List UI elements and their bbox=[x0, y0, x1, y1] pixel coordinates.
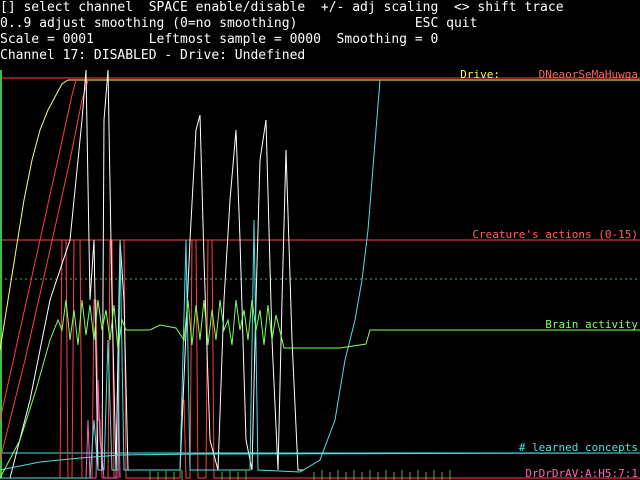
drive-overlap-label: DNeaorSeMaHuwga bbox=[538, 68, 638, 81]
drive-label: Drive: bbox=[460, 68, 500, 81]
brain-activity-label: Brain activity bbox=[545, 318, 638, 331]
bottom-overlap-label: DrDrDrAV:A:H5:7:1 bbox=[525, 467, 638, 480]
drive-trace-red-1 bbox=[0, 79, 77, 421]
creature-actions-label: Creature's actions (0-15) bbox=[472, 228, 638, 241]
learned-concepts-label: # learned concepts bbox=[518, 441, 638, 454]
white-trace bbox=[9, 69, 304, 479]
brain-monitor-screen: [] select channel SPACE enable/disable +… bbox=[0, 0, 640, 480]
